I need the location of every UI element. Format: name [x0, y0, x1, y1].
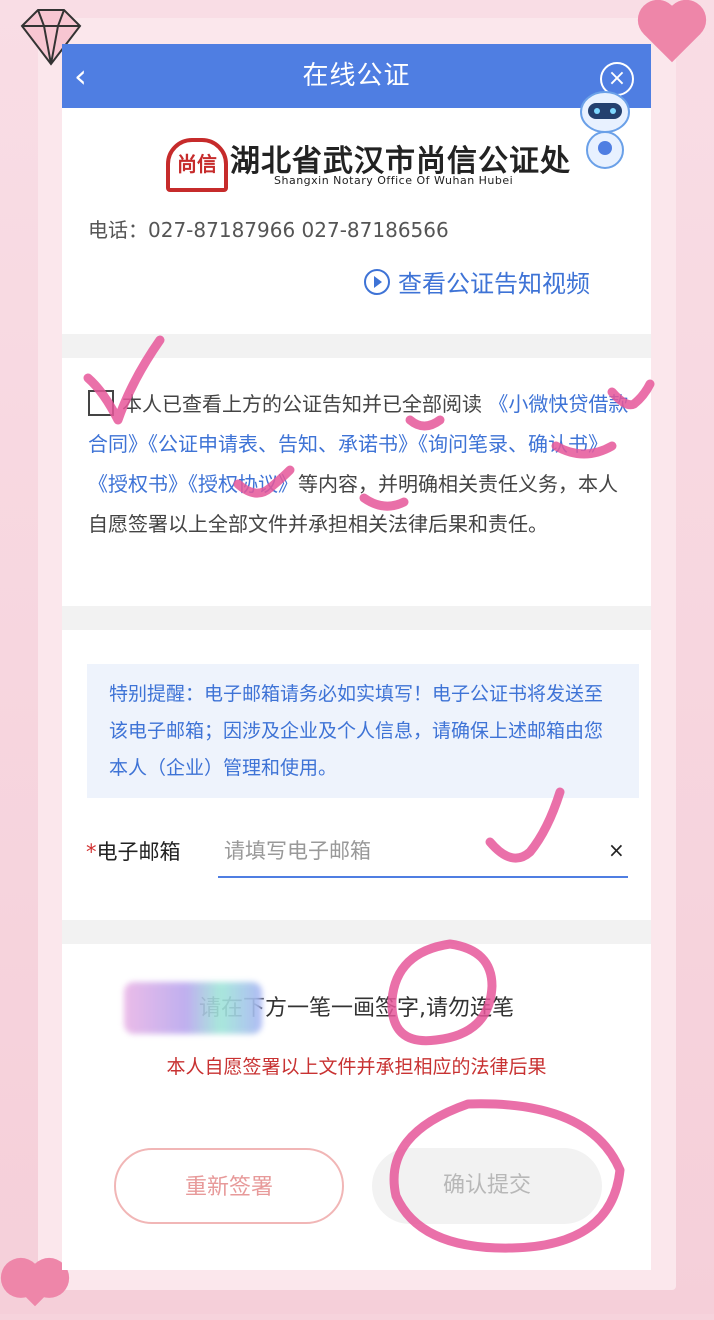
doc-link-authorization-agreement[interactable]: 《授权协议》 — [188, 472, 298, 496]
signature-pad[interactable]: 请在下方一笔一画签字,请勿连笔 本人自愿签署以上文件并承担相应的法律后果 重新签… — [62, 942, 651, 1270]
redaction-blur — [124, 982, 262, 1034]
doc-link-authorization-letter[interactable]: 《授权书》 — [88, 472, 188, 496]
email-notice-text: 特别提醒：电子邮箱请务必如实填写！电子公证书将发送至该电子邮箱；因涉及企业及个人… — [109, 683, 604, 779]
clear-input-icon[interactable]: × — [608, 838, 625, 862]
submit-button[interactable]: 确认提交 — [372, 1148, 602, 1224]
email-field-label: *电子邮箱 — [86, 836, 181, 866]
resign-button[interactable]: 重新签署 — [114, 1148, 344, 1224]
notice-video-link[interactable]: 查看公证告知视频 — [364, 264, 590, 299]
app-screen: ‹ 在线公证 × 尚信 湖北省武汉市尚信公证处 Shangxin Notary … — [62, 44, 651, 1270]
required-mark: * — [86, 840, 97, 864]
logo-mark-icon: 尚信 — [166, 138, 228, 192]
play-icon — [364, 269, 390, 295]
email-notice-box: 特别提醒：电子邮箱请务必如实填写！电子公证书将发送至该电子邮箱；因涉及企业及个人… — [87, 664, 639, 798]
logo-name-en: Shangxin Notary Office Of Wuhan Hubei — [274, 174, 514, 187]
doc-link-application-form[interactable]: 《公证申请表、告知、承诺书》 — [148, 432, 418, 456]
email-label-text: 电子邮箱 — [96, 840, 181, 864]
section-divider — [62, 920, 651, 944]
notary-logo: 尚信 湖北省武汉市尚信公证处 Shangxin Notary Office Of… — [166, 136, 570, 192]
doc-link-inquiry-record[interactable]: 《询问笔录、确认书》 — [418, 432, 608, 456]
agreement-text: 本人已查看上方的公证告知并已全部阅读 《小微快贷借款合同》《公证申请表、告知、承… — [88, 384, 633, 544]
agree-checkbox[interactable] — [88, 390, 114, 416]
section-divider — [62, 334, 651, 358]
email-input[interactable] — [218, 826, 628, 878]
robot-mascot-icon — [580, 91, 630, 169]
section-divider — [62, 606, 651, 630]
contact-phone: 电话：027-87187966 027-87186566 — [88, 218, 449, 242]
agreement-intro: 本人已查看上方的公证告知并已全部阅读 — [122, 392, 482, 416]
top-bar: ‹ 在线公证 × — [62, 44, 651, 108]
page-title: 在线公证 — [302, 61, 411, 91]
signature-warning: 本人自愿签署以上文件并承担相应的法律后果 — [166, 1056, 547, 1078]
notice-video-label: 查看公证告知视频 — [398, 270, 590, 298]
